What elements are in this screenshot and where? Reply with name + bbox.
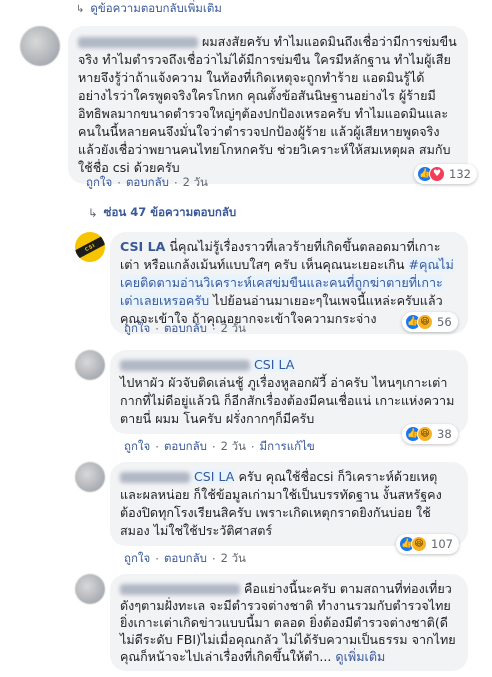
reaction-count: 132: [449, 167, 471, 181]
author-name-blurred[interactable]: [78, 37, 198, 48]
love-reaction-icon: ♥: [429, 166, 445, 182]
hide-replies-toggle[interactable]: ↳ ซ่อน 47 ข้อความตอบกลับ: [88, 204, 236, 222]
haha-reaction-icon: 😆: [417, 426, 433, 442]
timestamp[interactable]: 2 วัน: [221, 320, 246, 338]
comment-text: ผมสงสัยครับ ทำไมแอดมินถึงเชื่อว่ามีการข่…: [78, 34, 457, 175]
reaction-count: 56: [437, 315, 452, 329]
view-more-replies-label: ดูข้อความตอบกลับเพิ่มเติม: [90, 1, 222, 15]
author-name[interactable]: CSI LA: [120, 239, 165, 254]
timestamp[interactable]: 2 วัน: [183, 174, 208, 192]
avatar[interactable]: [75, 462, 105, 492]
reaction-summary[interactable]: 👍 😆 38: [402, 424, 458, 444]
avatar[interactable]: [20, 26, 60, 66]
like-link[interactable]: ถูกใจ: [124, 438, 150, 456]
like-link[interactable]: ถูกใจ: [86, 174, 112, 192]
avatar[interactable]: [75, 350, 105, 380]
reaction-count: 107: [431, 537, 453, 551]
see-more-link[interactable]: ดูเพิ่มเติม: [335, 649, 385, 664]
reply-actions: ถูกใจ · ตอบกลับ · 2 วัน: [124, 320, 246, 338]
timestamp[interactable]: 2 วัน: [221, 550, 246, 568]
like-link[interactable]: ถูกใจ: [124, 320, 150, 338]
mention-link[interactable]: CSI LA: [254, 357, 295, 372]
reply-actions: ถูกใจ · ตอบกลับ · 2 วัน · มีการแก้ไข: [124, 438, 315, 456]
author-name-blurred[interactable]: [120, 584, 240, 595]
reply-bubble: คือแย่างนี้นะครับ ตามสถานที่ท่องเที่ยวดั…: [110, 574, 468, 671]
view-more-replies-link[interactable]: ↳ ดูข้อความตอบกลับเพิ่มเติม: [76, 0, 222, 18]
reply-link[interactable]: ตอบกลับ: [164, 550, 207, 568]
comment-actions: ถูกใจ · ตอบกลับ · 2 วัน: [86, 174, 208, 192]
csi-la-avatar[interactable]: CSI: [75, 232, 105, 262]
author-name-blurred[interactable]: [120, 472, 190, 483]
reply-link[interactable]: ตอบกลับ: [126, 174, 169, 192]
reply-text: นี่คุณไม่รู้เรื่องราวที่เลวร้ายที่เกิดขึ…: [120, 239, 441, 272]
comment-bubble: ผมสงสัยครับ ทำไมแอดมินถึงเชื่อว่ามีการข่…: [68, 26, 468, 184]
reply-text: ไปหาผัว ผัวจับติดเล่นชู้ ภูเรื่องหูลอกผั…: [120, 375, 455, 426]
reply-arrow-icon: ↳: [76, 3, 85, 15]
hide-replies-label: ซ่อน 47 ข้อความตอบกลับ: [103, 205, 237, 219]
reply-actions: ถูกใจ · ตอบกลับ · 2 วัน: [124, 550, 246, 568]
avatar[interactable]: [75, 574, 105, 604]
timestamp[interactable]: 2 วัน: [221, 438, 246, 456]
reaction-summary[interactable]: 👍 😆 107: [396, 534, 459, 554]
reply-link[interactable]: ตอบกลับ: [164, 320, 207, 338]
author-name-blurred[interactable]: [120, 360, 250, 371]
haha-reaction-icon: 😆: [417, 314, 433, 330]
reaction-summary[interactable]: 👍 ♥ 132: [414, 164, 477, 184]
edited-link[interactable]: มีการแก้ไข: [260, 438, 315, 456]
reply-bubble: CSI LA ไปหาผัว ผัวจับติดเล่นชู้ ภูเรื่อง…: [110, 350, 468, 434]
reply-arrow-icon: ↳: [88, 206, 98, 220]
haha-reaction-icon: 😆: [411, 536, 427, 552]
reaction-count: 38: [437, 427, 452, 441]
reply-link[interactable]: ตอบกลับ: [164, 438, 207, 456]
like-link[interactable]: ถูกใจ: [124, 550, 150, 568]
mention-link[interactable]: CSI LA: [194, 469, 235, 484]
reaction-summary[interactable]: 👍 😆 56: [402, 312, 458, 332]
